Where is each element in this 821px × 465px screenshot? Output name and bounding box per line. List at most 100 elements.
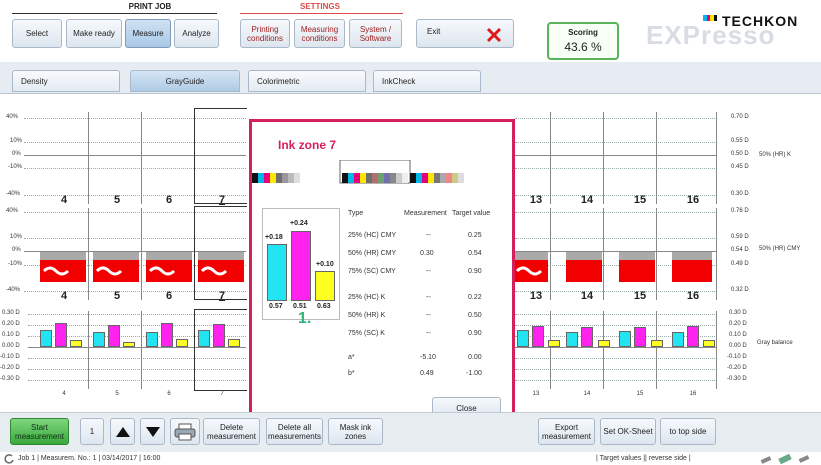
- printing-conditions-button[interactable]: Printing conditions: [240, 19, 290, 48]
- cyan-deviation: +0.18: [265, 234, 283, 241]
- right-axis-label: 0.32 D: [731, 287, 749, 293]
- measure-button[interactable]: Measure: [125, 19, 171, 48]
- zone-number: 7: [218, 194, 226, 206]
- zone-number: 15: [633, 290, 647, 302]
- zone-number: 16: [686, 290, 700, 302]
- zone-divider: [88, 112, 89, 204]
- tab-density[interactable]: Density: [12, 70, 120, 92]
- break-marks: [42, 266, 228, 276]
- magenta-bar: [581, 327, 593, 347]
- make-ready-button[interactable]: Make ready: [66, 19, 122, 48]
- scoring-panel: Scoring 43.6 %: [547, 22, 619, 60]
- row-type: 50% (HR) K: [348, 312, 386, 319]
- right-axis-label: 0.20 D: [729, 321, 747, 327]
- zone-divider: [141, 112, 142, 204]
- zone-number: 5: [115, 391, 119, 397]
- bottom-chart-caption: Gray balance: [757, 340, 793, 346]
- magenta-bar: [532, 326, 544, 347]
- cmy-deviation-bar: [672, 260, 712, 282]
- print-button[interactable]: [170, 418, 200, 445]
- color-bar-logo-icon: [703, 15, 717, 21]
- zone-number: 16: [689, 391, 697, 397]
- settings-label: SETTINGS: [299, 2, 340, 11]
- magenta-bar: [291, 231, 311, 301]
- popup-title: Ink zone 7: [278, 138, 337, 152]
- mid-axis-label: -10%: [8, 261, 23, 267]
- top-toolbar: PRINT JOB SETTINGS Select Make ready Mea…: [0, 0, 821, 62]
- cyan-value: 0.57: [269, 303, 283, 310]
- row-type: 75% (SC) CMY: [348, 268, 396, 275]
- right-axis-label: 0.10 D: [729, 332, 747, 338]
- magenta-bar: [55, 323, 67, 347]
- exit-label: Exit: [427, 27, 441, 36]
- cyan-bar: [517, 330, 529, 347]
- arrow-up-icon: [115, 426, 130, 437]
- gb-axis-label: 0.30 D: [2, 310, 20, 316]
- right-axis-label: 0.54 D: [731, 247, 749, 253]
- cmy-target-band: [619, 252, 655, 260]
- grid-line: [515, 347, 717, 348]
- zone-number: 6: [165, 194, 173, 206]
- page-down-button[interactable]: [140, 418, 165, 445]
- cmy-target-band: [93, 252, 139, 260]
- zone-number: 7: [220, 391, 224, 397]
- zone-divider: [716, 311, 717, 389]
- col-type: Type: [348, 210, 364, 217]
- cmy-deviation-bar: [619, 260, 655, 282]
- exit-button[interactable]: Exit: [416, 19, 514, 48]
- yellow-value: 0.63: [317, 303, 331, 310]
- yellow-bar: [70, 340, 82, 347]
- row-type: 25% (HC) CMY: [348, 232, 397, 239]
- zone-number: 16: [686, 194, 700, 206]
- cmy-target-band: [146, 252, 192, 260]
- zone-divider: [141, 311, 142, 389]
- zone-divider: [603, 311, 604, 389]
- gb-axis-label: -0.10 D: [0, 354, 20, 360]
- yellow-bar: [703, 340, 715, 347]
- zone-divider: [656, 311, 657, 389]
- row-type: a*: [348, 354, 355, 361]
- grade-indicator: 1.: [298, 310, 312, 327]
- to-top-side-button[interactable]: to top side: [660, 418, 716, 445]
- row-target: 0.25: [468, 232, 482, 239]
- system-software-button[interactable]: System / Software: [349, 19, 402, 48]
- cmy-deviation-bar: [566, 260, 602, 282]
- gb-axis-label: 0.10 D: [2, 332, 20, 338]
- page-number-field[interactable]: 1: [80, 418, 104, 445]
- cyan-bar: [40, 330, 52, 347]
- row-target: 0.22: [468, 294, 482, 301]
- set-ok-sheet-button[interactable]: Set OK-Sheet: [600, 418, 656, 445]
- row-measurement: --: [426, 294, 431, 301]
- ink-zone-popup: Ink zone 7 +0.18 +0.24 +0.10 0.57 0.51 0…: [249, 119, 515, 419]
- measuring-conditions-button[interactable]: Measuring conditions: [294, 19, 345, 48]
- yellow-bar: [228, 339, 240, 347]
- delete-all-measurements-button[interactable]: Delete all measurements: [266, 418, 323, 445]
- magenta-bar: [161, 323, 173, 347]
- page-up-button[interactable]: [110, 418, 135, 445]
- cyan-bar: [93, 332, 105, 347]
- mid-chart-caption: 50% (HR) CMY: [759, 246, 801, 252]
- tab-grayguide[interactable]: GrayGuide: [130, 70, 240, 92]
- grid-line: [515, 142, 717, 143]
- zone-mini-chart: +0.18 +0.24 +0.10 0.57 0.51 0.63: [262, 208, 340, 320]
- tab-colorimetric[interactable]: Colorimetric: [248, 70, 366, 92]
- zone-number: 5: [113, 290, 121, 302]
- select-button[interactable]: Select: [12, 19, 62, 48]
- mask-ink-zones-button[interactable]: Mask ink zones: [328, 418, 383, 445]
- devices-icon: [760, 453, 810, 464]
- tab-inkcheck[interactable]: InkCheck: [373, 70, 481, 92]
- cyan-bar: [267, 244, 287, 301]
- delete-measurement-button[interactable]: Delete measurement: [203, 418, 260, 445]
- export-measurement-button[interactable]: Export measurement: [538, 418, 595, 445]
- row-target: 0.90: [468, 268, 482, 275]
- start-measurement-button[interactable]: Start measurement: [10, 418, 69, 445]
- analyze-button[interactable]: Analyze: [174, 19, 219, 48]
- zone-number: 14: [580, 290, 594, 302]
- row-measurement: --: [426, 268, 431, 275]
- arrow-down-icon: [145, 426, 160, 437]
- selected-zone-frame: [194, 309, 247, 391]
- magenta-bar: [108, 325, 120, 347]
- zone-number: 6: [167, 391, 171, 397]
- zone-divider: [550, 112, 551, 204]
- zone-divider: [550, 208, 551, 300]
